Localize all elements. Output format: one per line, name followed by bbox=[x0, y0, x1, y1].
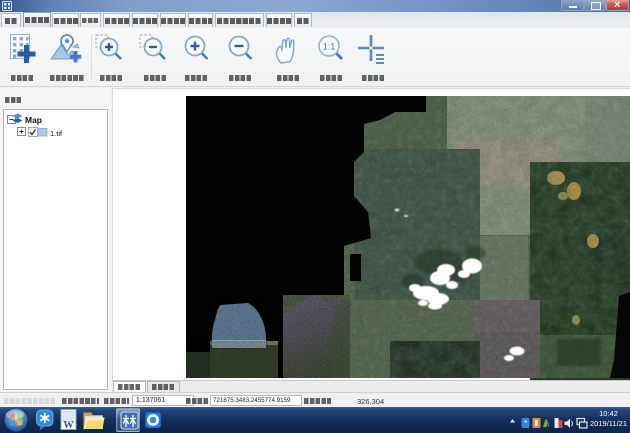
svg-text:Map: Map bbox=[25, 115, 42, 125]
svg-text:W: W bbox=[63, 420, 74, 431]
svg-text:*: * bbox=[524, 419, 527, 428]
svg-text:1:1: 1:1 bbox=[323, 42, 336, 52]
svg-text:1.tif: 1.tif bbox=[50, 129, 63, 138]
